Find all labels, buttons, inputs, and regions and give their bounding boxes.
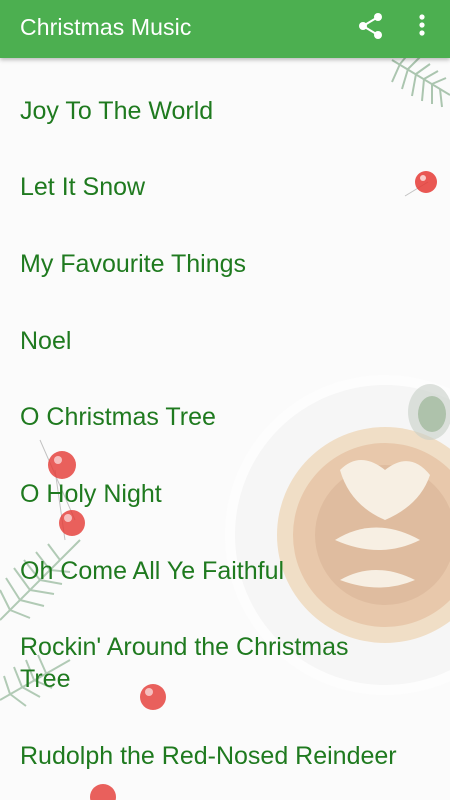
list-item[interactable]: Noel [20,325,400,357]
spoon-image [408,384,450,440]
share-button[interactable] [354,9,388,43]
list-item[interactable]: O Christmas Tree [20,401,400,433]
more-options-button[interactable] [410,9,434,43]
list-item[interactable]: Rockin' Around the Christmas Tree [20,631,400,695]
more-vert-icon [419,14,425,36]
list-item[interactable]: Let It Snow [20,171,400,203]
list-item[interactable]: O Holy Night [20,478,400,510]
list-item[interactable]: Oh Come All Ye Faithful [20,555,400,587]
pine-branch-top [391,51,450,108]
app-screen: Christmas Music Joy To The World Let It … [0,0,450,800]
list-item[interactable]: Rudolph the Red-Nosed Reindeer [20,740,400,772]
app-title: Christmas Music [20,14,192,40]
app-bar: Christmas Music [0,0,450,58]
list-item[interactable]: Joy To The World [20,95,400,127]
share-icon [359,13,382,39]
list-item[interactable]: My Favourite Things [20,248,400,280]
